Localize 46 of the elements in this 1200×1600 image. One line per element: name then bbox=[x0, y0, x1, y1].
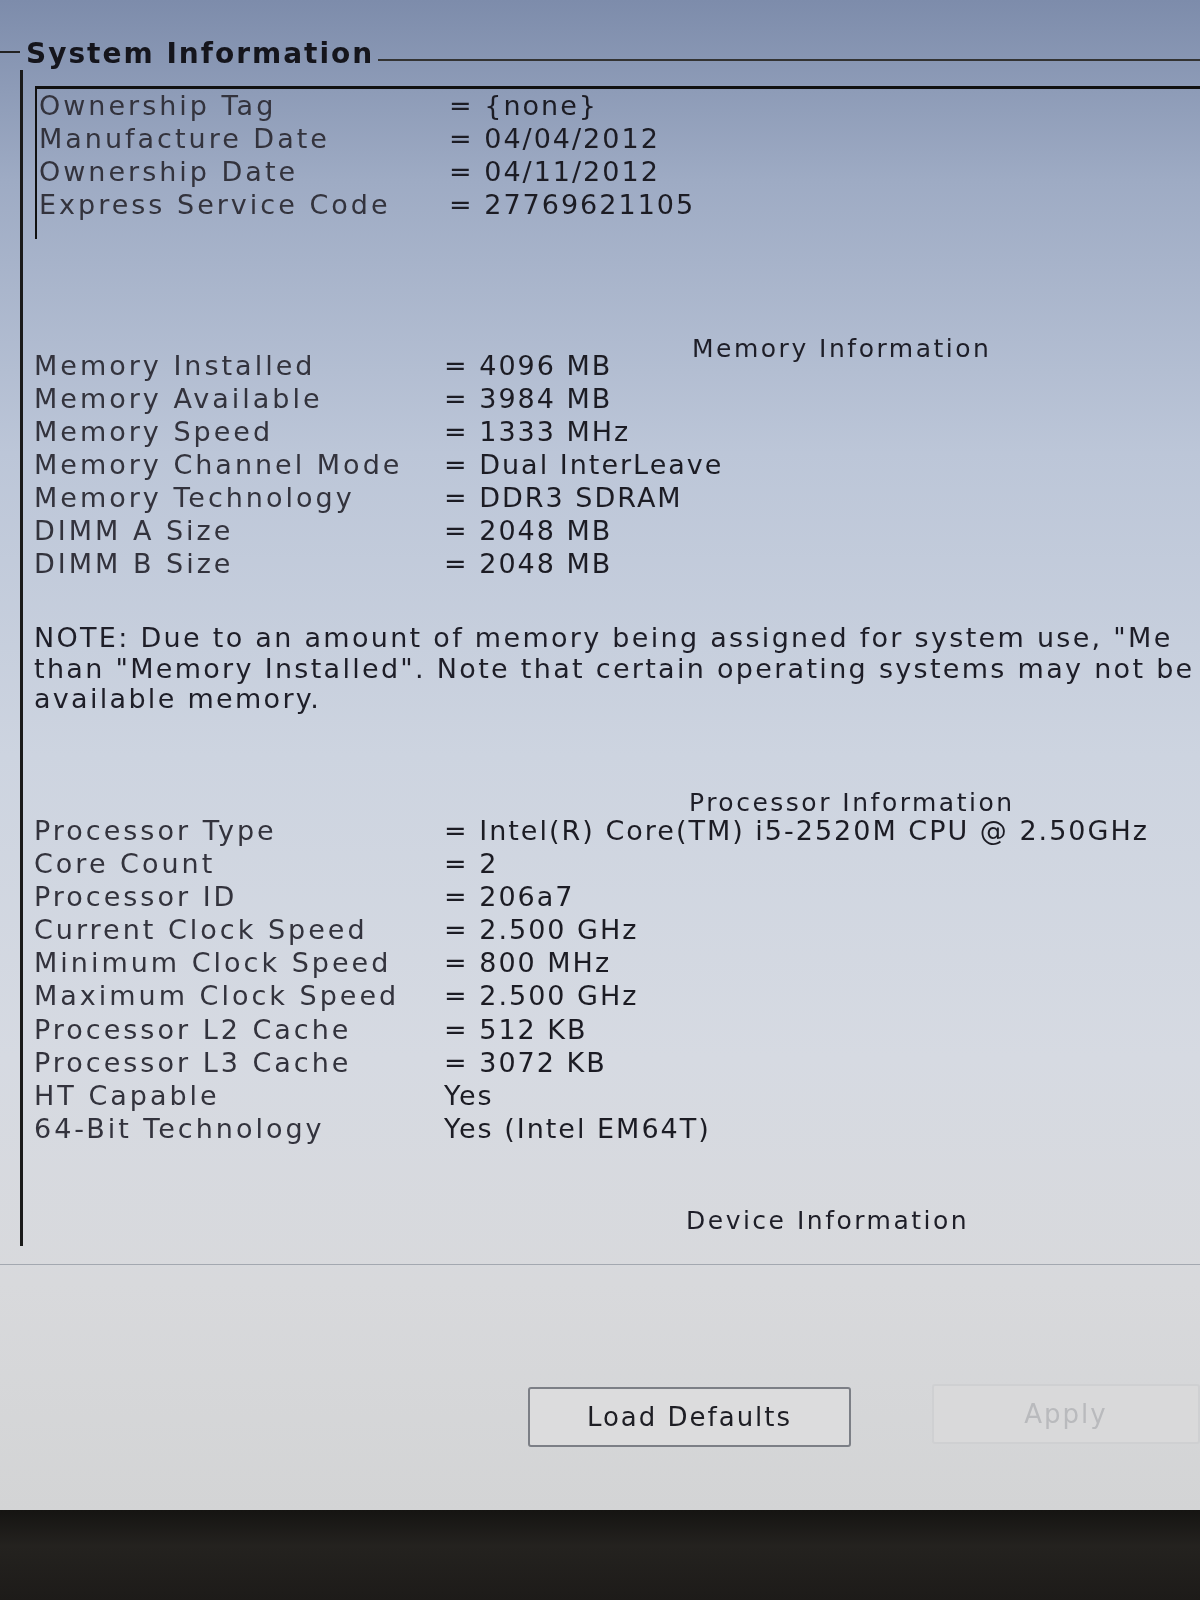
field-value: = 1333 MHz bbox=[444, 415, 631, 448]
field-label: Manufacture Date bbox=[39, 122, 330, 155]
field-value: = DDR3 SDRAM bbox=[444, 481, 683, 514]
field-label: Core Count bbox=[34, 846, 216, 880]
field-value: = 800 MHz bbox=[444, 946, 612, 980]
section-heading: Device Information bbox=[686, 1206, 970, 1237]
group-title: System Information bbox=[25, 38, 376, 70]
field-value: = 3072 KB bbox=[444, 1045, 607, 1079]
field-label: Maximum Clock Speed bbox=[34, 979, 400, 1013]
field-label: Memory Speed bbox=[34, 415, 274, 448]
field-value: = 2 bbox=[444, 846, 499, 880]
field-value: = 512 KB bbox=[444, 1012, 588, 1046]
field-label: Memory Technology bbox=[34, 481, 355, 514]
field-label: Current Clock Speed bbox=[34, 913, 368, 947]
field-value: = 2.500 GHz bbox=[444, 913, 639, 947]
field-label: Memory Available bbox=[34, 382, 323, 415]
note-text: NOTE: Due to an amount of memory being assigned for system use, "Me than "Memory Installed". Note that certain operating systems may not be available memory. bbox=[33, 623, 1195, 715]
field-label: Express Service Code bbox=[39, 188, 391, 221]
field-value: = 2048 MB bbox=[444, 514, 613, 547]
field-value: = 2048 MB bbox=[444, 547, 613, 580]
field-label: 64-Bit Technology bbox=[34, 1112, 325, 1146]
field-label: Processor ID bbox=[34, 879, 238, 914]
dialog-button[interactable]: Load Defaults bbox=[528, 1387, 851, 1448]
field-value: Yes bbox=[444, 1079, 494, 1113]
field-value: = 04/04/2012 bbox=[449, 122, 660, 155]
field-value: = 206a7 bbox=[444, 879, 575, 914]
field-value: = Dual InterLeave bbox=[444, 448, 724, 481]
field-label: Ownership Date bbox=[39, 155, 299, 188]
field-value: = 27769621105 bbox=[449, 188, 696, 221]
field-value: = {none} bbox=[449, 89, 598, 122]
field-label: HT Capable bbox=[34, 1079, 220, 1113]
field-label: Processor L3 Cache bbox=[34, 1045, 352, 1079]
field-label: DIMM B Size bbox=[34, 547, 234, 580]
field-label: DIMM A Size bbox=[34, 514, 234, 547]
field-label: Memory Channel Mode bbox=[34, 448, 403, 481]
field-label: Ownership Tag bbox=[39, 89, 277, 122]
field-value: = 4096 MB bbox=[444, 349, 613, 382]
field-label: Processor L2 Cache bbox=[34, 1012, 352, 1046]
field-value: = 2.500 GHz bbox=[444, 979, 639, 1013]
field-value: = 04/11/2012 bbox=[449, 155, 660, 188]
field-label: Processor Type bbox=[34, 813, 277, 847]
field-label: Minimum Clock Speed bbox=[34, 946, 392, 980]
field-label: Memory Installed bbox=[34, 349, 316, 382]
section-heading: Memory Information bbox=[692, 334, 992, 364]
field-value: = 3984 MB bbox=[444, 382, 613, 415]
field-value: Yes (Intel EM64T) bbox=[444, 1112, 711, 1146]
